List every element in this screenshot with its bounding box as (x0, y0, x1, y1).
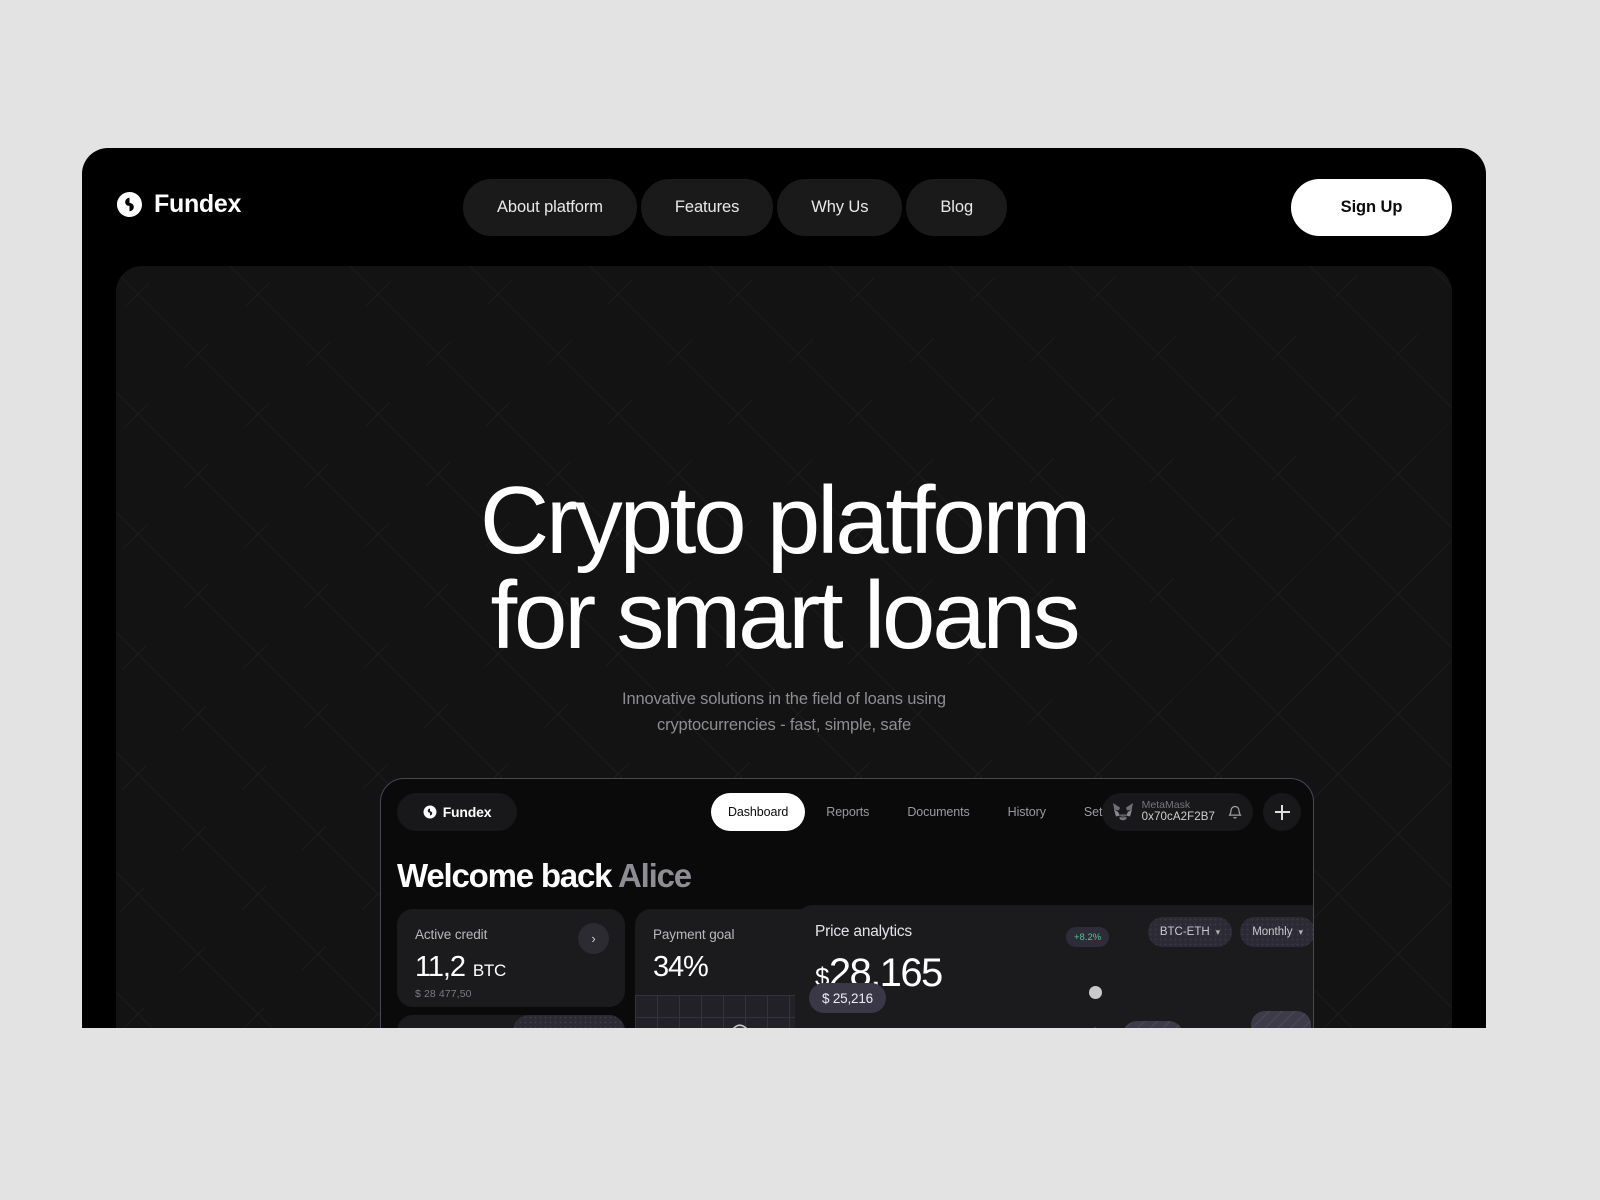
welcome-user-name: Alice (618, 857, 692, 894)
hero-subtitle: Innovative solutions in the field of loa… (116, 686, 1452, 739)
tab-history[interactable]: History (991, 793, 1063, 831)
nav-item-why-us[interactable]: Why Us (777, 179, 903, 236)
hero-subtitle-line-2: cryptocurrencies - fast, simple, safe (657, 716, 911, 735)
add-button[interactable] (1263, 793, 1301, 831)
chevron-down-icon: ▾ (1215, 926, 1221, 937)
reference-value-pill: $ 25,216 (809, 983, 886, 1013)
dashboard-mockup: Fundex Dashboard Reports Documents Histo… (380, 778, 1314, 1028)
wallet-address: 0x70cA2F2B7 (1141, 811, 1215, 824)
card-next-payment[interactable]: Next payment 28 Days left 14 17 (397, 1015, 625, 1028)
sign-up-button[interactable]: Sign Up (1291, 179, 1452, 236)
period-selector[interactable]: Monthly ▾ (1240, 917, 1313, 947)
chart-marker-dot[interactable] (1089, 986, 1102, 999)
days-left-widget: Days left 14 17 (513, 1015, 625, 1028)
active-credit-arrow-icon[interactable]: › (578, 923, 609, 954)
tab-reports[interactable]: Reports (809, 793, 886, 831)
brand-logo[interactable]: Fundex (116, 190, 241, 219)
hero-title-line-1: Crypto platform (479, 467, 1091, 574)
pair-selector[interactable]: BTC-ETH ▾ (1147, 917, 1233, 947)
active-credit-value-row: 11,2 BTC (415, 951, 506, 984)
hero-title-line-2: for smart loans (490, 562, 1081, 670)
chevron-down-icon: ▾ (1298, 926, 1303, 937)
active-credit-value: 11,2 (415, 951, 466, 983)
active-credit-unit: BTC (472, 961, 506, 980)
nav-item-about-platform[interactable]: About platform (463, 179, 637, 236)
wallet-provider-name: MetaMask (1141, 799, 1191, 812)
active-credit-label: Active credit (415, 927, 488, 942)
period-selector-label: Monthly (1252, 926, 1293, 938)
active-credit-fiat: $ 28 477,50 (415, 988, 472, 1000)
dashboard-brand-name: Fundex (442, 804, 492, 820)
welcome-greeting: Welcome back (397, 857, 619, 894)
site-header: Fundex About platform Features Why Us Bl… (82, 148, 1486, 266)
page-root: Fundex About platform Features Why Us Bl… (0, 0, 1600, 1200)
page-title: Crypto platform for smart loans (116, 467, 1452, 670)
price-analytics-title: Price analytics (815, 923, 912, 940)
fundex-logo-icon (116, 191, 143, 218)
payment-goal-label: Payment goal (653, 927, 735, 942)
payment-goal-value: 34% (653, 951, 709, 983)
main-navigation: About platform Features Why Us Blog (463, 179, 1008, 236)
hero-section: Crypto platform for smart loans Innovati… (116, 266, 1452, 1028)
dashboard-brand-logo[interactable]: Fundex (397, 793, 517, 831)
nav-item-features[interactable]: Features (640, 179, 774, 236)
pair-selector-label: BTC-ETH (1159, 926, 1210, 938)
dashboard-topbar: Fundex Dashboard Reports Documents Histo… (381, 779, 1313, 845)
wallet-chip[interactable]: MetaMask 0x70cA2F2B7 (1101, 793, 1253, 831)
fundex-logo-icon-small (423, 805, 437, 819)
browser-window: Fundex About platform Features Why Us Bl… (82, 148, 1486, 1028)
dashboard-tabs: Dashboard Reports Documents History Sett… (711, 793, 1145, 831)
metamask-fox-icon (1112, 802, 1134, 822)
brand-name: Fundex (154, 190, 242, 218)
card-active-credit[interactable]: Active credit › 11,2 BTC $ 28 477,50 (397, 909, 625, 1007)
nav-item-blog[interactable]: Blog (906, 179, 1008, 236)
change-tooltip: +8.2% (1066, 927, 1110, 947)
tab-documents[interactable]: Documents (890, 793, 986, 831)
welcome-heading: Welcome back Alice (397, 857, 692, 895)
hero-subtitle-line-1: Innovative solutions in the field of loa… (622, 690, 946, 708)
panel-price-analytics: Price analytics BTC-ETH ▾ Monthly ▾ › (795, 905, 1313, 1028)
price-analytics-controls: BTC-ETH ▾ Monthly ▾ › (1147, 917, 1313, 947)
bell-icon[interactable] (1227, 804, 1243, 820)
tab-dashboard[interactable]: Dashboard (711, 793, 806, 831)
